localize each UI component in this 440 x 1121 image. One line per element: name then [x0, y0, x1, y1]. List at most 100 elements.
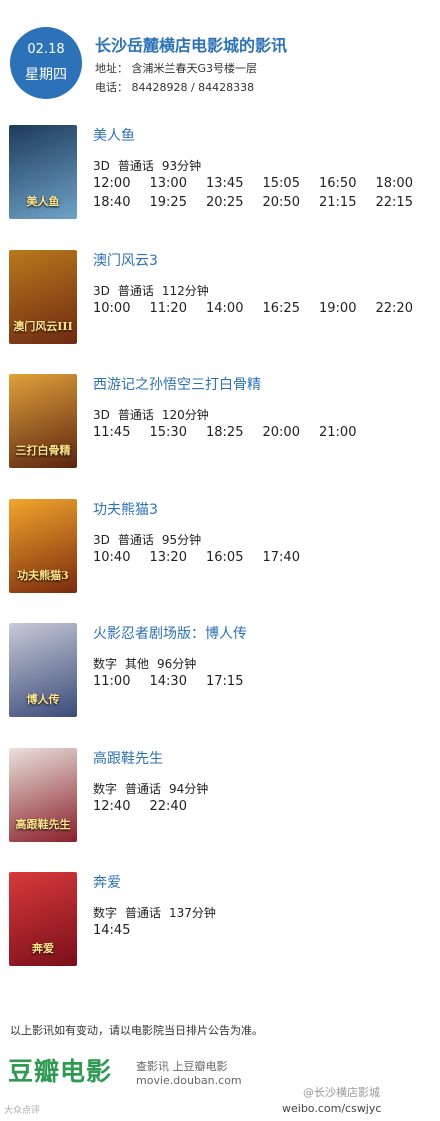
- movie-language: 普通话: [125, 781, 162, 796]
- showtime[interactable]: 15:05: [263, 175, 320, 193]
- showtime[interactable]: 13:45: [206, 175, 263, 193]
- showtime[interactable]: 14:45: [93, 922, 150, 940]
- showtime-list: 10:40 13:20 16:05 17:40: [93, 549, 433, 567]
- poster-caption: 三打白骨精: [15, 444, 71, 457]
- showtime[interactable]: 22:20: [376, 300, 433, 318]
- showtime[interactable]: 13:00: [150, 175, 207, 193]
- showtime[interactable]: 16:25: [263, 300, 320, 318]
- showtime[interactable]: 16:05: [206, 549, 263, 567]
- showtime[interactable]: 20:00: [263, 424, 320, 442]
- movie-language: 普通话: [117, 408, 154, 422]
- movie-meta: 3D 普通话 112分钟: [93, 282, 217, 299]
- showtime[interactable]: 21:00: [319, 424, 376, 442]
- showtime[interactable]: 14:00: [206, 300, 263, 318]
- showtime[interactable]: 14:30: [150, 673, 207, 691]
- showtime[interactable]: 18:40: [93, 194, 150, 212]
- movie-title[interactable]: 美人鱼: [93, 125, 135, 145]
- showtime[interactable]: 22:40: [150, 798, 207, 816]
- poster-caption: 澳门风云III: [13, 319, 73, 333]
- movie-duration: 96分钟: [157, 657, 197, 671]
- movie-language: 普通话: [125, 906, 162, 920]
- movie-format: 数字: [93, 906, 118, 920]
- movie-poster[interactable]: 高跟鞋先生: [9, 747, 77, 842]
- movie-item: 博人传 火影忍者剧场版：博人传 数字 其他 96分钟 11:00 14:30 17:15: [0, 623, 440, 741]
- showtime[interactable]: 16:50: [319, 175, 376, 193]
- showtime[interactable]: 12:00: [93, 175, 150, 193]
- movie-title[interactable]: 火影忍者剧场版：博人传: [93, 623, 247, 643]
- movie-language: 普通话: [117, 283, 154, 298]
- showtime[interactable]: 19:25: [150, 194, 207, 212]
- movie-poster[interactable]: 美人鱼: [9, 125, 77, 219]
- movie-format: 3D: [93, 159, 110, 173]
- showtime[interactable]: 10:00: [93, 300, 150, 318]
- showtime[interactable]: 11:00: [93, 673, 150, 691]
- showtime-list: 11:45 15:30 18:25 20:00 21:00: [93, 424, 433, 442]
- brand-slogan: 查影讯 上豆瓣电影: [136, 1060, 228, 1073]
- poster-caption: 奔爱: [32, 942, 54, 955]
- showtime[interactable]: 20:50: [263, 194, 320, 212]
- douban-movie-logo[interactable]: 豆瓣电影: [8, 1052, 112, 1088]
- movie-poster[interactable]: 三打白骨精: [9, 374, 77, 468]
- movie-duration: 93分钟: [161, 159, 202, 173]
- showtime[interactable]: 17:40: [263, 549, 320, 567]
- showtime[interactable]: 18:00: [376, 175, 433, 193]
- movie-meta: 3D 普通话 93分钟: [93, 157, 209, 174]
- showtime-list: 12:00 13:00 13:45 15:05 16:50 18:00 18:40 19:25…: [93, 175, 433, 212]
- movie-item: 三打白骨精 西游记之孙悟空三打白骨精 3D 普通话 120分钟 11:45 15:30 18:…: [0, 374, 440, 492]
- showtime[interactable]: 21:15: [319, 194, 376, 212]
- movie-title[interactable]: 澳门风云3: [93, 250, 158, 270]
- movie-title[interactable]: 奔爱: [93, 872, 121, 892]
- showtime[interactable]: 19:00: [319, 300, 376, 318]
- movie-poster[interactable]: 功夫熊猫3: [9, 498, 77, 593]
- movie-poster[interactable]: 奔爱: [9, 872, 77, 966]
- movie-title[interactable]: 功夫熊猫3: [93, 499, 158, 519]
- movie-meta: 3D 普通话 120分钟: [93, 406, 217, 423]
- showtime-list: 14:45: [93, 922, 433, 940]
- movie-item: 澳门风云III 澳门风云3 3D 普通话 112分钟 10:00 11:20 14:00 16:…: [0, 249, 440, 368]
- showtime-list: 12:40 22:40: [93, 798, 433, 816]
- movie-meta: 数字 普通话 137分钟: [93, 904, 224, 921]
- cinema-phone: 电话： 84428928 / 84428338: [95, 81, 255, 94]
- movie-format: 3D: [93, 408, 110, 422]
- showtime[interactable]: 22:15: [376, 194, 433, 212]
- showtime[interactable]: 15:30: [150, 424, 207, 442]
- showtime[interactable]: 10:40: [93, 549, 150, 567]
- schedule-notice: 以上影讯如有变动，请以电影院当日排片公告为准。: [10, 1024, 263, 1037]
- showtime[interactable]: 11:45: [93, 424, 150, 442]
- movie-item: 功夫熊猫3 功夫熊猫3 3D 普通话 95分钟 10:40 13:20 16:05 17:40: [0, 498, 440, 617]
- movie-duration: 112分钟: [161, 283, 209, 298]
- movie-meta: 数字 其他 96分钟: [93, 655, 204, 672]
- weibo-watermark: @长沙横店影城: [303, 1086, 380, 1099]
- movie-title[interactable]: 高跟鞋先生: [93, 748, 163, 768]
- header: 02.18 星期四 长沙岳麓横店电影城的影讯 地址： 含浦米兰春天G3号楼一层 …: [0, 0, 440, 110]
- movie-meta: 数字 普通话 94分钟: [93, 780, 216, 797]
- showtime[interactable]: 18:25: [206, 424, 263, 442]
- weekday-label: 星期四: [25, 67, 67, 83]
- showtime[interactable]: 20:25: [206, 194, 263, 212]
- brand-url-link[interactable]: movie.douban.com: [136, 1074, 242, 1087]
- movie-format: 数字: [93, 657, 118, 671]
- movie-poster[interactable]: 博人传: [9, 623, 77, 717]
- movie-meta: 3D 普通话 95分钟: [93, 531, 209, 548]
- movie-duration: 137分钟: [169, 906, 216, 920]
- corner-watermark-logo: 大众点评: [4, 1106, 41, 1116]
- movie-item: 奔爱 奔爱 数字 普通话 137分钟 14:45: [0, 872, 440, 990]
- movie-format: 3D: [93, 532, 110, 547]
- movie-duration: 95分钟: [161, 532, 202, 547]
- showtime[interactable]: 13:20: [150, 549, 207, 567]
- weibo-url: weibo.com/cswjyc: [282, 1102, 382, 1115]
- showtime[interactable]: 11:20: [150, 300, 207, 318]
- movie-item: 美人鱼 美人鱼 3D 普通话 93分钟 12:00 13:00 13:45 15:05 16:50…: [0, 125, 440, 243]
- cinema-address: 地址： 含浦米兰春天G3号楼一层: [95, 62, 258, 75]
- date-label: 02.18: [27, 42, 65, 57]
- movie-poster[interactable]: 澳门风云III: [9, 249, 77, 344]
- date-badge: 02.18 星期四: [10, 27, 82, 99]
- movie-item: 高跟鞋先生 高跟鞋先生 数字 普通话 94分钟 12:40 22:40: [0, 747, 440, 866]
- poster-caption: 美人鱼: [26, 195, 60, 208]
- poster-caption: 高跟鞋先生: [15, 817, 71, 831]
- showtime[interactable]: 12:40: [93, 798, 150, 816]
- cinema-name: 长沙岳麓横店电影城的影讯: [95, 36, 288, 55]
- movie-format: 3D: [93, 283, 110, 298]
- showtime[interactable]: 17:15: [206, 673, 263, 691]
- movie-title[interactable]: 西游记之孙悟空三打白骨精: [93, 374, 261, 394]
